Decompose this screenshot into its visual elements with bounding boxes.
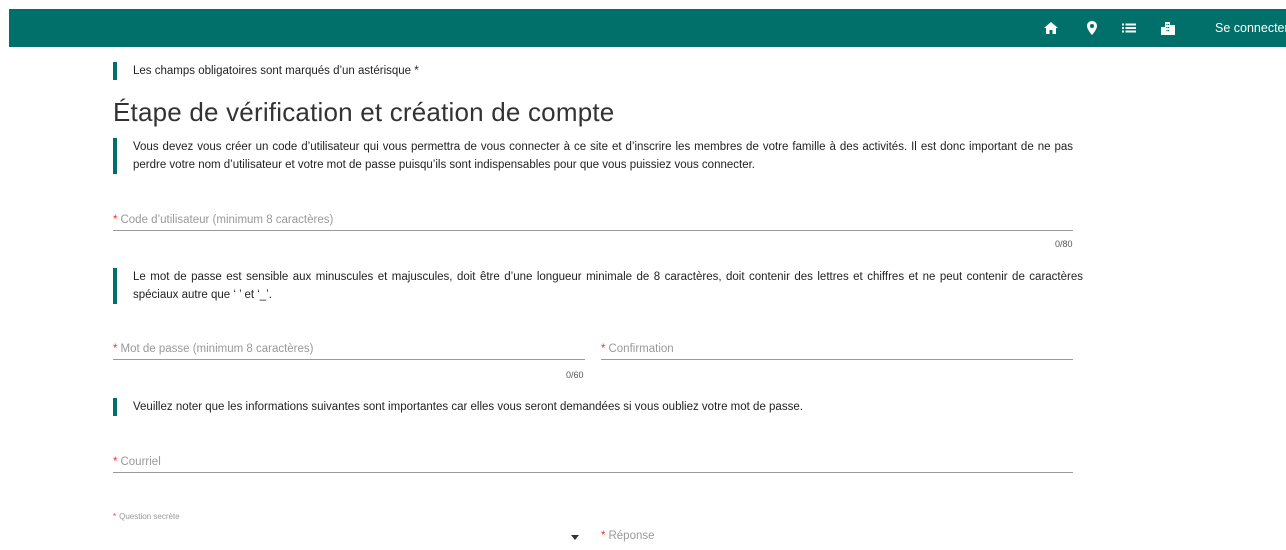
top-gap bbox=[0, 0, 1286, 9]
answer-placeholder: * Réponse bbox=[601, 530, 655, 542]
page-title: Étape de vérification et création de com… bbox=[113, 97, 615, 127]
secret-question-select[interactable] bbox=[113, 524, 585, 546]
email-placeholder: * Courriel bbox=[113, 456, 161, 468]
home-icon[interactable] bbox=[1043, 20, 1059, 36]
answer-field[interactable]: * Réponse bbox=[601, 524, 1073, 546]
username-field[interactable]: * Code d’utilisateur (minimum 8 caractère… bbox=[113, 208, 1073, 231]
secret-question-label: * Question secrète bbox=[113, 512, 180, 521]
login-menu[interactable]: Se connecter bbox=[1215, 19, 1286, 37]
email-field[interactable]: * Courriel bbox=[113, 450, 1073, 473]
confirmation-placeholder: * Confirmation bbox=[601, 343, 674, 355]
chevron-down-icon[interactable] bbox=[571, 535, 579, 540]
intro-note: Vous devez vous créer un code d’utilisat… bbox=[113, 138, 1073, 174]
recovery-note: Veuillez noter que les informations suiv… bbox=[113, 398, 803, 416]
username-counter: 0/80 bbox=[1055, 239, 1073, 249]
confirmation-field[interactable]: * Confirmation bbox=[601, 337, 1073, 360]
login-label: Se connecter bbox=[1215, 21, 1286, 35]
building-icon[interactable] bbox=[1160, 20, 1176, 36]
location-pin-icon[interactable] bbox=[1084, 20, 1100, 36]
top-navbar: Se connecter bbox=[9, 9, 1286, 47]
password-counter: 0/60 bbox=[566, 370, 584, 380]
password-rules-note: Le mot de passe est sensible aux minuscu… bbox=[113, 268, 1083, 304]
username-placeholder: * Code d’utilisateur (minimum 8 caractère… bbox=[113, 214, 334, 226]
list-icon[interactable] bbox=[1121, 20, 1137, 36]
password-field[interactable]: * Mot de passe (minimum 8 caractères) bbox=[113, 337, 585, 360]
password-placeholder: * Mot de passe (minimum 8 caractères) bbox=[113, 343, 314, 355]
required-fields-note: Les champs obligatoires sont marqués d’u… bbox=[113, 62, 419, 80]
